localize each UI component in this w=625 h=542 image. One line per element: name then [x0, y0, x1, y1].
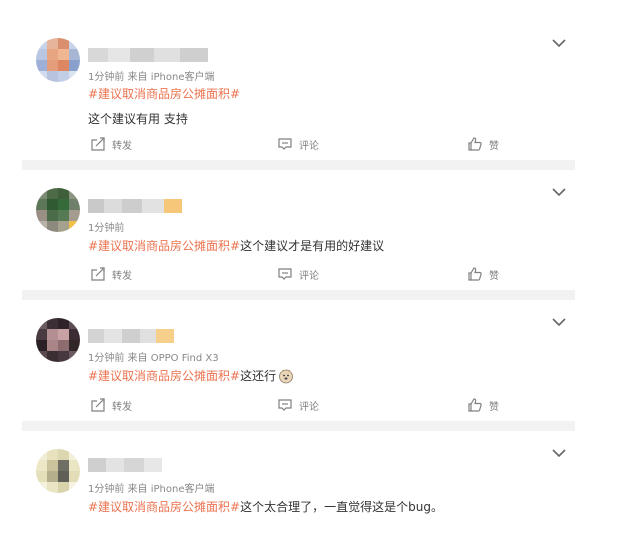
- comment-button[interactable]: 评论: [277, 397, 319, 413]
- repost-button[interactable]: 转发: [90, 266, 132, 282]
- avatar[interactable]: [36, 449, 80, 493]
- avatar[interactable]: [36, 318, 80, 362]
- post-body: 这还行: [240, 369, 277, 383]
- like-label: 赞: [489, 270, 499, 282]
- comment-item: 1分钟前 来自 iPhone客户端 #建议取消商品房公摊面积# 这个建议有用 支持…: [22, 28, 575, 158]
- comment-item: 1分钟前 来自 OPPO Find X3 #建议取消商品房公摊面积# 这还行 转发…: [22, 305, 575, 420]
- post-text: #建议取消商品房公摊面积#这个太合理了，一直觉得这是个bug。: [88, 498, 443, 515]
- comment-icon: [278, 268, 292, 280]
- post-meta: 1分钟前 来自 iPhone客户端: [88, 72, 215, 83]
- post-meta: 1分钟前 来自 OPPO Find X3: [88, 353, 219, 364]
- post-meta: 1分钟前: [88, 223, 125, 234]
- like-icon: [468, 398, 482, 412]
- comment-item: 1分钟前 #建议取消商品房公摊面积#这个建议才是有用的好建议 转发 评论 赞: [22, 175, 575, 290]
- like-button[interactable]: 赞: [467, 136, 499, 152]
- action-bar: 转发 评论 赞: [22, 136, 575, 156]
- separator: [22, 160, 575, 170]
- avatar[interactable]: [36, 188, 80, 232]
- like-label: 赞: [489, 140, 499, 152]
- doge-emoji: [279, 369, 294, 383]
- repost-icon: [91, 137, 105, 151]
- like-icon: [468, 137, 482, 151]
- post-meta: 1分钟前 来自 iPhone客户端: [88, 484, 215, 495]
- separator: [22, 290, 575, 300]
- chevron-down-icon[interactable]: [551, 448, 567, 458]
- username-blurred[interactable]: [88, 48, 208, 62]
- avatar[interactable]: [36, 38, 80, 82]
- repost-icon: [91, 398, 105, 412]
- like-button[interactable]: 赞: [467, 266, 499, 282]
- username-blurred[interactable]: [88, 199, 182, 213]
- repost-button[interactable]: 转发: [90, 136, 132, 152]
- action-bar: 转发 评论 赞: [22, 266, 575, 286]
- topic-link[interactable]: #建议取消商品房公摊面积#: [88, 87, 240, 101]
- like-label: 赞: [489, 401, 499, 413]
- repost-icon: [91, 267, 105, 281]
- comment-label: 评论: [299, 401, 319, 413]
- comment-icon: [278, 138, 292, 150]
- separator: [22, 421, 575, 431]
- action-bar: 转发 评论 赞: [22, 397, 575, 417]
- comment-item: 1分钟前 来自 iPhone客户端 #建议取消商品房公摊面积#这个太合理了，一直…: [22, 436, 575, 536]
- like-icon: [468, 267, 482, 281]
- topic-link[interactable]: #建议取消商品房公摊面积#: [88, 239, 240, 253]
- post-text: #建议取消商品房公摊面积# 这个建议有用 支持: [88, 85, 240, 127]
- chevron-down-icon[interactable]: [551, 317, 567, 327]
- username-blurred[interactable]: [88, 329, 174, 343]
- repost-label: 转发: [112, 140, 132, 152]
- comment-button[interactable]: 评论: [277, 266, 319, 282]
- topic-link[interactable]: #建议取消商品房公摊面积#: [88, 500, 240, 514]
- chevron-down-icon[interactable]: [551, 187, 567, 197]
- post-text: #建议取消商品房公摊面积# 这还行: [88, 367, 294, 384]
- comment-button[interactable]: 评论: [277, 136, 319, 152]
- comment-label: 评论: [299, 140, 319, 152]
- username-blurred[interactable]: [88, 458, 162, 472]
- topic-link[interactable]: #建议取消商品房公摊面积#: [88, 367, 240, 384]
- post-text: #建议取消商品房公摊面积#这个建议才是有用的好建议: [88, 237, 384, 254]
- like-button[interactable]: 赞: [467, 397, 499, 413]
- repost-label: 转发: [112, 270, 132, 282]
- comment-label: 评论: [299, 270, 319, 282]
- post-body: 这个太合理了，一直觉得这是个bug。: [240, 500, 443, 514]
- repost-label: 转发: [112, 401, 132, 413]
- post-body: 这个建议才是有用的好建议: [240, 239, 385, 253]
- comment-icon: [278, 399, 292, 411]
- post-body: 这个建议有用 支持: [88, 112, 188, 126]
- repost-button[interactable]: 转发: [90, 397, 132, 413]
- chevron-down-icon[interactable]: [551, 38, 567, 48]
